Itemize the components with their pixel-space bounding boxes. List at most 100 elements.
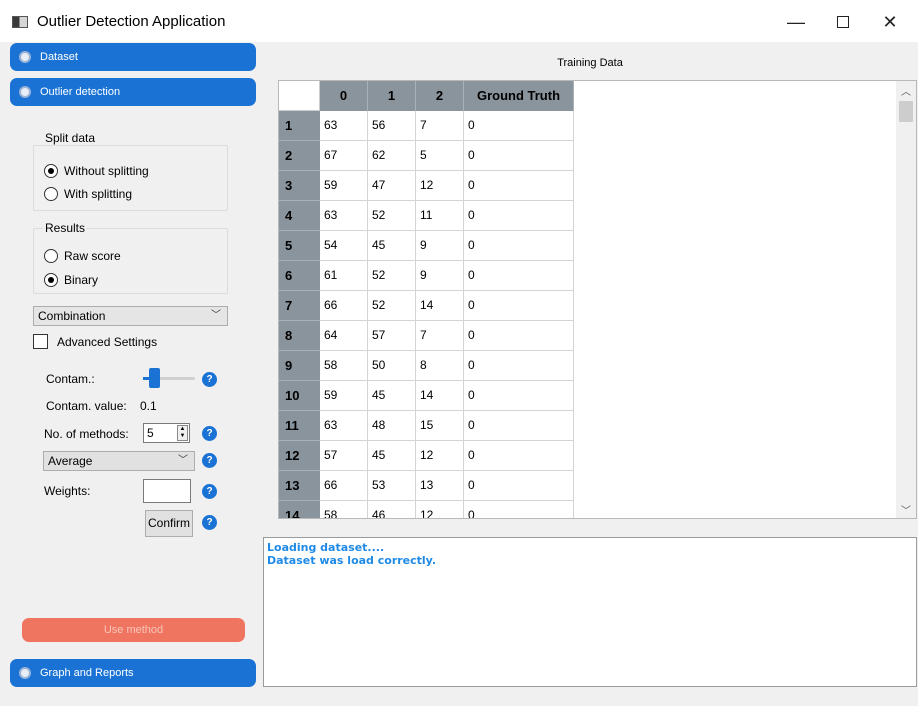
table-cell[interactable]: 0 — [464, 441, 574, 471]
table-cell[interactable]: 54 — [320, 231, 368, 261]
table-cell[interactable]: 12 — [416, 441, 464, 471]
help-icon[interactable]: ? — [202, 426, 217, 441]
table-cell[interactable]: 57 — [320, 441, 368, 471]
row-header[interactable]: 13 — [279, 471, 320, 501]
table-cell[interactable]: 46 — [368, 501, 416, 518]
table-cell[interactable]: 59 — [320, 171, 368, 201]
training-data-table[interactable]: ︿ ﹀ 0 1 2 Ground Truth 1 63 56 7 0 2 67 62 5 0 3 59 47 12… — [278, 80, 917, 519]
method-select[interactable]: Combination ﹀ — [33, 306, 228, 326]
table-cell[interactable]: 15 — [416, 411, 464, 441]
row-header[interactable]: 1 — [279, 111, 320, 141]
no-methods-spinbox[interactable]: 5 ▲ ▼ — [143, 423, 190, 443]
table-cell[interactable]: 0 — [464, 381, 574, 411]
table-cell[interactable]: 50 — [368, 351, 416, 381]
table-cell[interactable]: 63 — [320, 111, 368, 141]
row-header[interactable]: 12 — [279, 441, 320, 471]
table-cell[interactable]: 8 — [416, 351, 464, 381]
section-graph-reports[interactable]: Graph and Reports — [10, 659, 256, 687]
radio-with-splitting[interactable]: With splitting — [44, 186, 132, 202]
scroll-up-icon[interactable]: ︿ — [896, 83, 916, 98]
minimize-button[interactable]: — — [776, 8, 816, 36]
scroll-thumb[interactable] — [899, 101, 913, 122]
vertical-scrollbar[interactable]: ︿ ﹀ — [896, 81, 916, 518]
table-cell[interactable]: 7 — [416, 321, 464, 351]
table-cell[interactable]: 12 — [416, 501, 464, 518]
row-header[interactable]: 3 — [279, 171, 320, 201]
row-header[interactable]: 10 — [279, 381, 320, 411]
section-outlier-detection[interactable]: Outlier detection — [10, 78, 256, 106]
table-cell[interactable]: 58 — [320, 351, 368, 381]
table-cell[interactable]: 52 — [368, 291, 416, 321]
help-icon[interactable]: ? — [202, 453, 217, 468]
row-header[interactable]: 6 — [279, 261, 320, 291]
table-cell[interactable]: 53 — [368, 471, 416, 501]
use-method-button[interactable]: Use method — [22, 618, 245, 642]
table-cell[interactable]: 0 — [464, 501, 574, 518]
table-cell[interactable]: 57 — [368, 321, 416, 351]
table-cell[interactable]: 12 — [416, 171, 464, 201]
average-select[interactable]: Average ﹀ — [43, 451, 195, 471]
row-header[interactable]: 7 — [279, 291, 320, 321]
table-cell[interactable]: 0 — [464, 141, 574, 171]
table-cell[interactable]: 63 — [320, 411, 368, 441]
row-header[interactable]: 8 — [279, 321, 320, 351]
help-icon[interactable]: ? — [202, 372, 217, 387]
table-cell[interactable]: 45 — [368, 231, 416, 261]
section-dataset[interactable]: Dataset — [10, 43, 256, 71]
table-cell[interactable]: 0 — [464, 111, 574, 141]
table-cell[interactable]: 64 — [320, 321, 368, 351]
table-cell[interactable]: 47 — [368, 171, 416, 201]
table-cell[interactable]: 59 — [320, 381, 368, 411]
table-cell[interactable]: 14 — [416, 291, 464, 321]
column-header[interactable]: 2 — [416, 81, 464, 111]
table-cell[interactable]: 56 — [368, 111, 416, 141]
table-cell[interactable]: 0 — [464, 321, 574, 351]
table-cell[interactable]: 66 — [320, 471, 368, 501]
table-cell[interactable]: 14 — [416, 381, 464, 411]
table-cell[interactable]: 0 — [464, 351, 574, 381]
column-header[interactable]: 1 — [368, 81, 416, 111]
table-cell[interactable]: 45 — [368, 441, 416, 471]
table-cell[interactable]: 7 — [416, 111, 464, 141]
radio-without-splitting[interactable]: Without splitting — [44, 163, 149, 179]
table-cell[interactable]: 61 — [320, 261, 368, 291]
column-header[interactable]: Ground Truth — [464, 81, 574, 111]
weights-input[interactable] — [143, 479, 191, 503]
table-cell[interactable]: 0 — [464, 291, 574, 321]
help-icon[interactable]: ? — [202, 515, 217, 530]
radio-binary[interactable]: Binary — [44, 272, 98, 288]
row-header[interactable]: 2 — [279, 141, 320, 171]
table-cell[interactable]: 0 — [464, 471, 574, 501]
help-icon[interactable]: ? — [202, 484, 217, 499]
table-cell[interactable]: 0 — [464, 261, 574, 291]
table-cell[interactable]: 66 — [320, 291, 368, 321]
scroll-down-icon[interactable]: ﹀ — [896, 502, 916, 517]
table-cell[interactable]: 9 — [416, 261, 464, 291]
row-header[interactable]: 5 — [279, 231, 320, 261]
confirm-button[interactable]: Confirm — [145, 510, 193, 537]
table-cell[interactable]: 52 — [368, 201, 416, 231]
contam-slider-handle[interactable] — [149, 368, 160, 388]
table-cell[interactable]: 5 — [416, 141, 464, 171]
table-cell[interactable]: 67 — [320, 141, 368, 171]
table-cell[interactable]: 0 — [464, 411, 574, 441]
table-cell[interactable]: 62 — [368, 141, 416, 171]
close-button[interactable]: ✕ — [870, 8, 910, 36]
table-cell[interactable]: 45 — [368, 381, 416, 411]
table-cell[interactable]: 13 — [416, 471, 464, 501]
table-cell[interactable]: 52 — [368, 261, 416, 291]
maximize-button[interactable] — [823, 8, 863, 36]
spin-arrows-icon[interactable]: ▲ ▼ — [177, 425, 188, 441]
table-cell[interactable]: 58 — [320, 501, 368, 518]
radio-raw-score[interactable]: Raw score — [44, 248, 121, 264]
row-header[interactable]: 14 — [279, 501, 320, 518]
table-cell[interactable]: 48 — [368, 411, 416, 441]
table-cell[interactable]: 0 — [464, 171, 574, 201]
table-cell[interactable]: 0 — [464, 201, 574, 231]
table-cell[interactable]: 9 — [416, 231, 464, 261]
table-cell[interactable]: 63 — [320, 201, 368, 231]
table-cell[interactable]: 0 — [464, 231, 574, 261]
table-cell[interactable]: 11 — [416, 201, 464, 231]
row-header[interactable]: 4 — [279, 201, 320, 231]
advanced-settings-checkbox[interactable]: Advanced Settings — [33, 333, 157, 351]
